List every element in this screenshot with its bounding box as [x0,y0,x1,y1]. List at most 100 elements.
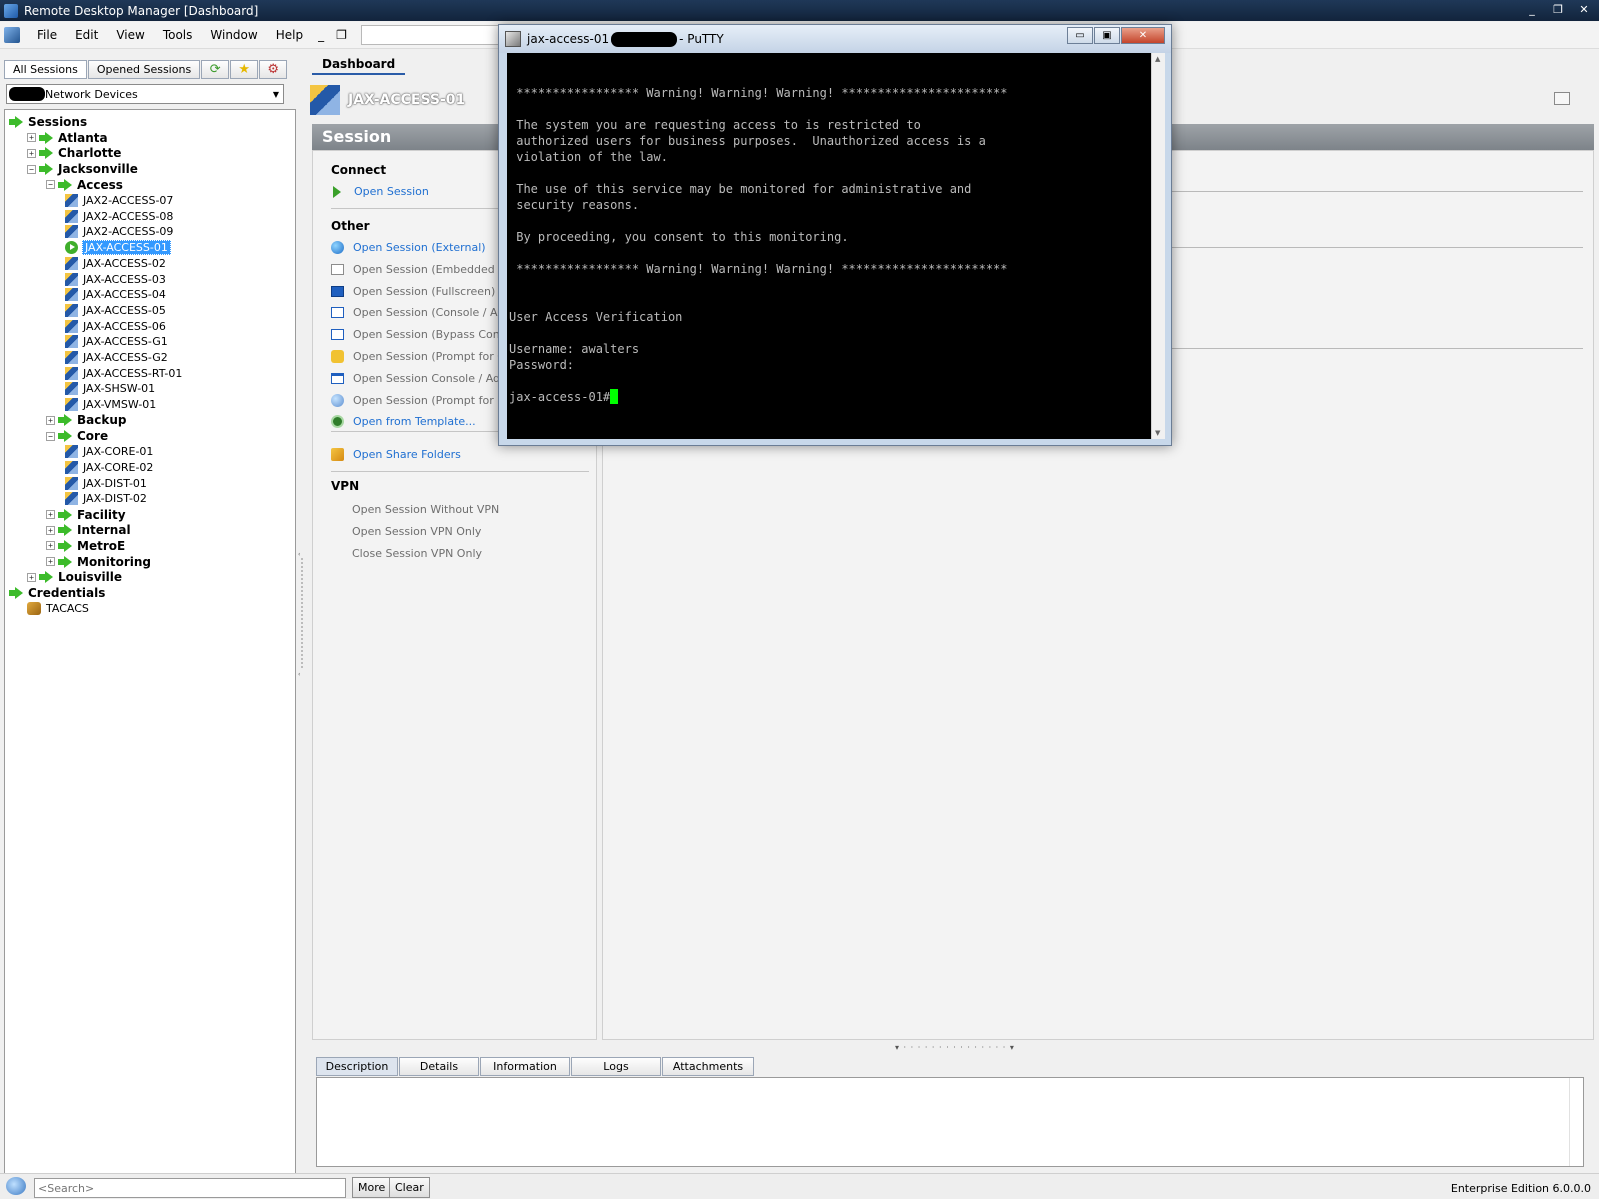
other-action-item[interactable]: Open Session (Fullscreen) [331,285,495,298]
tab-all-sessions[interactable]: All Sessions [4,60,87,79]
tree-item[interactable]: TACACS [27,601,89,617]
session-tree[interactable]: Sessions + Atlanta + Charlotte − Jacksonville −… [4,109,296,1199]
description-textarea[interactable] [316,1077,1584,1167]
tree-folder[interactable]: Credentials [9,585,105,601]
other-action-item[interactable]: Open Session (Console / Adm [331,306,515,319]
expand-icon[interactable]: + [27,148,36,158]
putty-title-bar[interactable]: jax-access-01 - PuTTY ▭ ▣ ✕ [499,25,1171,53]
other-action-item[interactable]: Open from Template... [331,415,476,429]
tree-folder[interactable]: + Louisville [27,569,122,585]
tab-opened-sessions[interactable]: Opened Sessions [87,60,201,79]
vault-dropdown[interactable]: Network Devices ▼ [6,84,284,104]
search-input[interactable] [34,1178,346,1198]
tree-folder[interactable]: − Jacksonville [27,161,138,177]
putty-minimize-button[interactable]: ▭ [1067,27,1093,44]
tree-folder[interactable]: − Core [46,428,108,444]
restore-button[interactable]: ❐ [1547,2,1569,18]
open-share-folders-link[interactable]: Open Share Folders [331,448,461,461]
vpn-close-vpn-only[interactable]: Close Session VPN Only [352,547,482,560]
tree-folder[interactable]: Sessions [9,114,87,130]
tree-item[interactable]: JAX-CORE-02 [65,459,153,475]
tree-folder[interactable]: + Monitoring [46,554,151,570]
dropdown-arrow-icon[interactable]: ▼ [273,90,279,99]
tree-item[interactable]: JAX-DIST-02 [65,491,147,507]
tab-details[interactable]: Details [399,1057,479,1076]
more-button[interactable]: More [352,1177,392,1198]
collapse-icon[interactable]: − [46,431,55,441]
tree-item[interactable]: JAX-ACCESS-03 [65,271,166,287]
minimize-button[interactable]: _ [1521,2,1543,18]
menu-window[interactable]: Window [201,28,266,42]
tree-folder[interactable]: + Charlotte [27,145,121,161]
tree-folder[interactable]: − Access [46,177,123,193]
putty-close-button[interactable]: ✕ [1121,27,1165,44]
share-folder-icon [331,448,344,461]
menu-view[interactable]: View [107,28,153,42]
quick-connect-input[interactable] [360,25,513,45]
tree-item[interactable]: JAX-ACCESS-G1 [65,334,168,350]
tree-item[interactable]: JAX-ACCESS-G2 [65,350,168,366]
open-session-link[interactable]: Open Session [331,185,429,198]
expand-icon[interactable]: + [27,133,36,143]
putty-maximize-button[interactable]: ▣ [1094,27,1120,44]
other-action-item[interactable]: Open Session Console / Adm [331,372,511,385]
menu-tools[interactable]: Tools [154,28,202,42]
tree-item[interactable]: JAX2-ACCESS-09 [65,224,173,240]
other-action-item[interactable]: Open Session (Prompt for Cre [331,350,516,363]
tree-item[interactable]: JAX-ACCESS-06 [65,318,166,334]
terminal-screen[interactable]: ***************** Warning! Warning! Warn… [507,53,1151,439]
vpn-open-without-vpn[interactable]: Open Session Without VPN [352,503,499,516]
vpn-open-vpn-only[interactable]: Open Session VPN Only [352,525,481,538]
mdi-minimize-button[interactable]: _ [312,28,330,42]
other-action-item[interactable]: Open Session (Embedded / T [331,263,512,276]
expand-icon[interactable]: + [46,557,55,567]
menu-help[interactable]: Help [267,28,312,42]
tab-description[interactable]: Description [316,1057,398,1076]
other-action-item[interactable]: Open Session (Bypass Conso [331,328,512,341]
tree-item[interactable]: JAX-DIST-01 [65,475,147,491]
settings-icon[interactable]: ⚙ [259,60,288,79]
expand-icon[interactable]: + [46,510,55,519]
folder-icon[interactable] [1554,92,1570,105]
close-button[interactable]: ✕ [1573,2,1595,18]
expand-icon[interactable]: + [27,572,36,582]
clear-button[interactable]: Clear [389,1177,430,1198]
expand-icon[interactable]: + [46,415,55,425]
tree-item[interactable]: JAX-ACCESS-04 [65,287,166,303]
collapse-icon[interactable]: − [46,180,55,190]
other-action-item[interactable]: Open Session (Prompt for Ho [331,393,512,407]
refresh-icon[interactable]: ⟳ [201,60,230,79]
tab-attachments[interactable]: Attachments [662,1057,754,1076]
favorites-star-icon[interactable]: ★ [230,60,259,79]
window-icon [331,329,344,341]
putty-window[interactable]: jax-access-01 - PuTTY ▭ ▣ ✕ ************… [498,24,1172,446]
tree-folder[interactable]: + Backup [46,412,126,428]
tree-item[interactable]: JAX-ACCESS-RT-01 [65,365,182,381]
tree-folder[interactable]: + Facility [46,507,126,523]
mdi-restore-button[interactable]: ❐ [330,28,353,42]
tab-logs[interactable]: Logs [571,1057,661,1076]
tree-item[interactable]: JAX2-ACCESS-08 [65,208,173,224]
tree-item[interactable]: JAX-ACCESS-05 [65,302,166,318]
tree-item[interactable]: JAX-VMSW-01 [65,397,156,413]
tree-item[interactable]: JAX-CORE-01 [65,444,153,460]
tree-folder[interactable]: + Atlanta [27,130,108,146]
expand-icon[interactable]: + [46,525,55,535]
horizontal-splitter[interactable]: ▾ · · · · · · · · · · · · · · · ▾ [895,1043,1015,1052]
tree-item[interactable]: JAX-ACCESS-01 [65,240,171,256]
vertical-scrollbar[interactable] [1569,1078,1583,1166]
menu-file[interactable]: File [28,28,66,42]
expand-icon[interactable]: + [46,541,55,551]
menu-edit[interactable]: Edit [66,28,107,42]
terminal-scrollbar[interactable] [1151,53,1165,439]
tree-item[interactable]: JAX-SHSW-01 [65,381,155,397]
other-action-item[interactable]: Open Session (External) [331,241,486,254]
tab-information[interactable]: Information [480,1057,570,1076]
tree-item[interactable]: JAX2-ACCESS-07 [65,193,173,209]
collapse-icon[interactable]: − [27,164,36,174]
tree-folder[interactable]: + Internal [46,522,131,538]
tree-folder[interactable]: + MetroE [46,538,125,554]
tab-dashboard[interactable]: Dashboard [312,57,406,75]
panel-splitter[interactable]: ‹ ‹ [298,58,305,1172]
tree-item[interactable]: JAX-ACCESS-02 [65,255,166,271]
